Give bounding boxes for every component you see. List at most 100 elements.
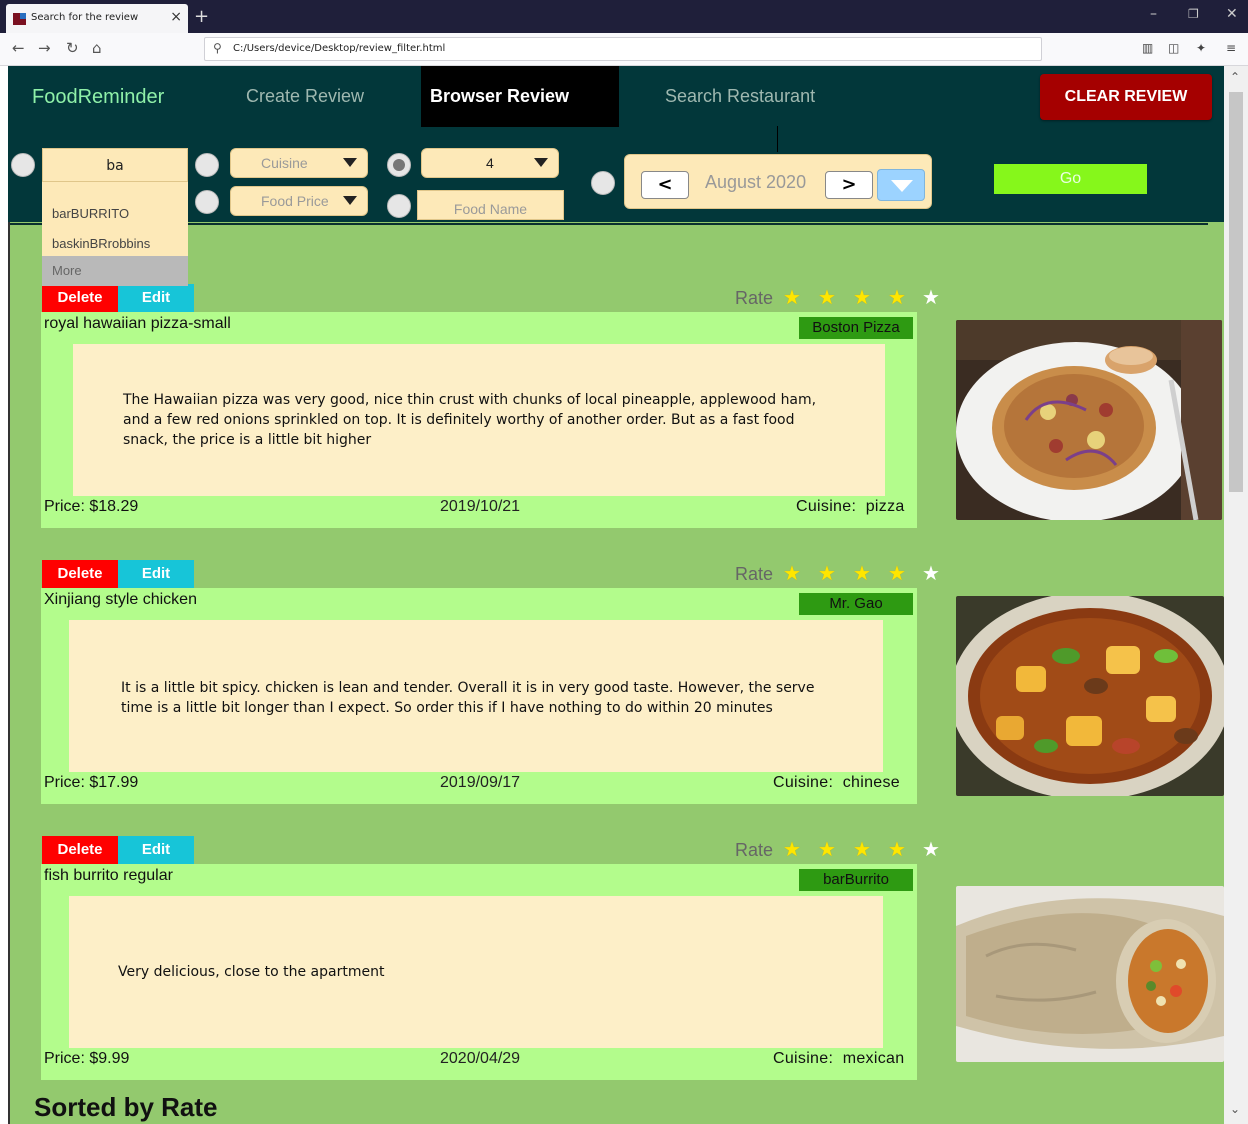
new-tab-icon[interactable]: +: [194, 6, 209, 27]
month-label: August 2020: [705, 172, 807, 192]
address-bar[interactable]: ⚲ C:/Users/device/Desktop/review_filter.…: [204, 37, 1042, 61]
minimize-icon[interactable]: –: [1150, 6, 1157, 22]
suggestion-item[interactable]: barBURRITO: [52, 206, 129, 221]
radio-cuisine[interactable]: [195, 153, 219, 177]
star-icon: ★: [818, 561, 836, 585]
library-icon[interactable]: ▥: [1142, 41, 1153, 55]
restaurant-badge: Mr. Gao: [799, 593, 913, 615]
cuisine-info: Cuisine: mexican: [773, 1050, 904, 1068]
back-icon[interactable]: ←: [12, 39, 25, 57]
close-tab-icon[interactable]: ×: [170, 9, 182, 25]
review-date: 2019/10/21: [440, 498, 521, 515]
review-text-box: The Hawaiian pizza was very good, nice t…: [73, 344, 885, 496]
cuisine-info: Cuisine: chinese: [773, 774, 900, 792]
restaurant-badge: Boston Pizza: [799, 317, 913, 339]
restore-icon[interactable]: ❐: [1188, 7, 1199, 21]
review-card: Delete Edit Rate ★ ★ ★ ★ ★ Xinjiang styl…: [8, 560, 1224, 820]
delete-button[interactable]: Delete: [42, 284, 118, 312]
review-text-box: It is a little bit spicy. chicken is lea…: [69, 620, 883, 772]
edit-button[interactable]: Edit: [118, 836, 194, 864]
scrollbar[interactable]: ⌃ ⌄: [1224, 66, 1248, 1124]
chicken-dish-image: [956, 596, 1224, 796]
reload-icon[interactable]: ↻: [66, 39, 79, 57]
go-button[interactable]: Go: [994, 164, 1147, 194]
price: Price: $9.99: [44, 1050, 130, 1067]
url-text: C:/Users/device/Desktop/review_filter.ht…: [233, 43, 446, 54]
delete-button[interactable]: Delete: [42, 836, 118, 864]
cuisine-value: mexican: [842, 1050, 905, 1067]
star-icon: ★: [818, 837, 836, 861]
month-next-button[interactable]: >: [825, 171, 873, 199]
clear-review-button[interactable]: CLEAR REVIEW: [1040, 74, 1212, 120]
rate-label: Rate: [735, 564, 774, 584]
radio-food-price[interactable]: [195, 190, 219, 214]
food-name: Xinjiang style chicken: [44, 591, 197, 608]
cuisine-label: Cuisine:: [773, 1050, 834, 1067]
review-date: 2019/09/17: [440, 774, 521, 791]
star-icon: ★: [853, 561, 871, 585]
browser-tab-bar: Search for the review × + – ❐ ✕: [0, 0, 1248, 33]
rate-label: Rate: [735, 840, 774, 860]
restaurant-search-input[interactable]: ba: [42, 148, 188, 182]
scroll-thumb[interactable]: [1229, 92, 1243, 492]
burrito-image: [956, 886, 1224, 1062]
home-icon[interactable]: ⌂: [92, 39, 102, 57]
menu-icon[interactable]: ≡: [1226, 41, 1236, 55]
header-divider: [8, 223, 1208, 225]
forward-icon[interactable]: →: [38, 39, 51, 57]
star-icon: ★: [922, 837, 940, 861]
rate-select-value: 4: [486, 155, 494, 171]
star-icon: ★: [922, 285, 940, 309]
chevron-down-icon: [343, 158, 357, 167]
cuisine-value: pizza: [865, 498, 905, 515]
delete-button[interactable]: Delete: [42, 560, 118, 588]
suggestion-item[interactable]: baskinBRrobbins: [52, 236, 150, 251]
food-price-select[interactable]: Food Price: [230, 186, 368, 216]
radio-month[interactable]: [591, 171, 615, 195]
price: Price: $18.29: [44, 498, 139, 515]
review-text-box: Very delicious, close to the apartment: [69, 896, 883, 1048]
edit-button[interactable]: Edit: [118, 560, 194, 588]
star-icon: ★: [853, 837, 871, 861]
sidebar-icon[interactable]: ◫: [1168, 41, 1179, 55]
chevron-down-icon: [343, 196, 357, 205]
chevron-down-icon[interactable]: ⌄: [1230, 1102, 1240, 1116]
cuisine-label: Cuisine:: [773, 774, 834, 791]
review-text: Very delicious, close to the apartment: [118, 964, 385, 980]
star-icon: ★: [783, 285, 801, 309]
browser-tab[interactable]: Search for the review ×: [6, 4, 188, 33]
radio-food-name[interactable]: [387, 194, 411, 218]
close-window-icon[interactable]: ✕: [1226, 6, 1238, 22]
search-icon: ⚲: [213, 41, 222, 55]
food-name-input[interactable]: Food Name: [417, 190, 564, 220]
app-logo[interactable]: FoodReminder: [32, 86, 164, 109]
nav-browser-review[interactable]: Browser Review: [421, 66, 619, 127]
star-icon: ★: [922, 561, 940, 585]
review-card: Delete Edit Rate ★ ★ ★ ★ ★ fish burrito …: [8, 836, 1224, 1096]
cuisine-select[interactable]: Cuisine: [230, 148, 368, 178]
review-body: Xinjiang style chicken Mr. Gao It is a l…: [41, 588, 917, 804]
month-dropdown-button[interactable]: [877, 169, 925, 201]
chevron-up-icon[interactable]: ⌃: [1230, 70, 1240, 84]
star-icon: ★: [818, 285, 836, 309]
suggestion-more-label: More: [52, 263, 82, 278]
radio-search[interactable]: [11, 153, 35, 177]
app-header: FoodReminder Create Review Browser Revie…: [8, 66, 1224, 222]
review-body: fish burrito regular barBurrito Very del…: [41, 864, 917, 1080]
star-icon: ★: [853, 285, 871, 309]
restaurant-badge: barBurrito: [799, 869, 913, 891]
edit-button[interactable]: Edit: [118, 284, 194, 312]
month-prev-button[interactable]: <: [641, 171, 689, 199]
rate-select[interactable]: 4: [421, 148, 559, 178]
suggestion-more[interactable]: More: [42, 256, 188, 286]
nav-create-review[interactable]: Create Review: [246, 86, 364, 107]
radio-rate[interactable]: [387, 153, 411, 177]
pizza-image: [956, 320, 1222, 520]
nav-search-restaurant[interactable]: Search Restaurant: [665, 86, 815, 107]
cuisine-label: Cuisine:: [796, 498, 857, 515]
cuisine-value: chinese: [842, 774, 900, 791]
food-photo: [956, 320, 1222, 520]
browser-navbar: ← → ↻ ⌂ ⚲ C:/Users/device/Desktop/review…: [0, 33, 1248, 66]
price: Price: $17.99: [44, 774, 139, 791]
extension-icon[interactable]: ✦: [1196, 41, 1206, 55]
